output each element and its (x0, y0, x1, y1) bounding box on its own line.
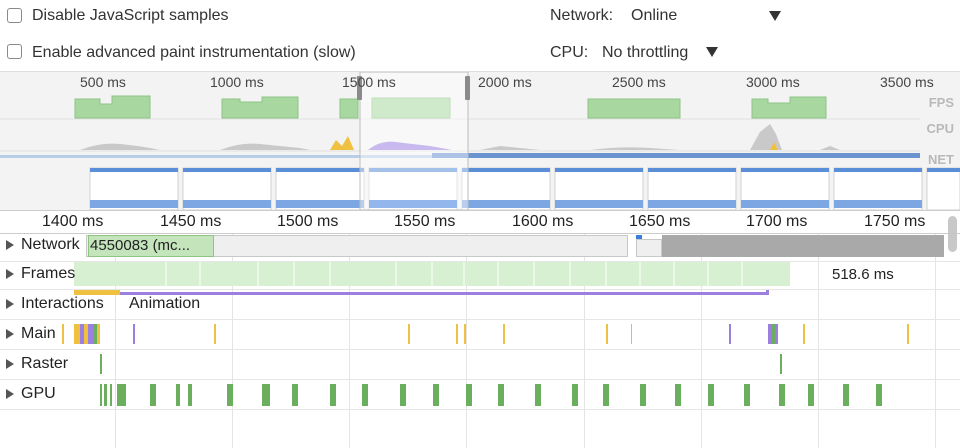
animation-label: Animation (129, 295, 201, 312)
flame-chart-tracks: 4550083 (mc... Network 518.6 ms Frames A… (0, 234, 960, 448)
expand-arrow-icon[interactable] (6, 329, 14, 339)
frame-duration: 518.6 ms (832, 266, 894, 283)
main-track[interactable]: Main (0, 320, 960, 350)
ruler-tick: 1650 ms (629, 213, 691, 230)
animation-bar[interactable] (120, 292, 768, 295)
vertical-scrollbar[interactable] (948, 216, 957, 252)
cpu-label: CPU (926, 121, 954, 136)
ruler-tick: 1550 ms (394, 213, 456, 230)
gpu-track[interactable]: GPU (0, 380, 960, 410)
network-throttle-label: Network: (550, 7, 614, 24)
overview-tick: 2000 ms (478, 74, 532, 90)
interactions-track-label[interactable]: Interactions (21, 295, 104, 313)
capture-settings: Disable JavaScript samples Enable advanc… (0, 0, 960, 72)
net-label: NET (928, 152, 954, 167)
cpu-throttle-select[interactable]: No throttling (602, 44, 688, 62)
ruler-tick: 1500 ms (277, 213, 339, 230)
network-dropdown-arrow-icon[interactable] (769, 11, 781, 21)
overview-tick: 1000 ms (210, 74, 264, 90)
ruler-tick: 1750 ms (864, 213, 926, 230)
interactions-track[interactable]: Animation Interactions (0, 290, 960, 320)
selection-window (359, 72, 469, 210)
screenshot-filmstrip (89, 167, 960, 210)
expand-arrow-icon[interactable] (6, 269, 14, 279)
overview-tick: 3000 ms (746, 74, 800, 90)
expand-arrow-icon[interactable] (6, 299, 14, 309)
frames-blocks (74, 262, 790, 286)
ruler-tick: 1450 ms (160, 213, 222, 230)
enable-paint-checkbox[interactable] (7, 44, 22, 59)
gpu-events (100, 384, 882, 406)
disable-js-samples-checkbox[interactable] (7, 8, 22, 23)
main-track-label[interactable]: Main (21, 325, 56, 343)
timeline-overview[interactable]: 500 ms 1000 ms 1500 ms 2000 ms 2500 ms 3… (0, 72, 960, 210)
network-throttle-select[interactable]: Online (631, 7, 677, 25)
network-request-bar[interactable] (636, 239, 662, 257)
frames-track-label[interactable]: Frames (21, 265, 75, 283)
overview-tick: 1500 ms (342, 74, 396, 90)
network-request-bar[interactable] (662, 235, 944, 257)
overview-tick: 500 ms (80, 74, 126, 90)
ruler-tick: 1600 ms (512, 213, 574, 230)
raster-track-label[interactable]: Raster (21, 355, 69, 373)
timeline-ruler: 1400 ms 1450 ms 1500 ms 1550 ms 1600 ms … (0, 210, 960, 234)
frames-track[interactable]: 518.6 ms Frames (0, 262, 960, 290)
expand-arrow-icon[interactable] (6, 240, 14, 250)
expand-arrow-icon[interactable] (6, 359, 14, 369)
gpu-track-label[interactable]: GPU (21, 385, 56, 403)
ruler-tick: 1700 ms (746, 213, 808, 230)
overview-graphs (0, 72, 960, 210)
fps-label: FPS (928, 95, 954, 110)
enable-paint-label[interactable]: Enable advanced paint instrumentation (s… (32, 44, 356, 62)
network-track-label[interactable]: Network (21, 236, 80, 254)
cpu-throttle-label: CPU: (550, 44, 589, 61)
expand-arrow-icon[interactable] (6, 389, 14, 399)
main-thread-events (62, 324, 909, 344)
network-track[interactable]: 4550083 (mc... Network (0, 234, 960, 262)
cpu-dropdown-arrow-icon[interactable] (706, 47, 718, 57)
animation-bar-end (766, 290, 769, 295)
ruler-tick: 1400 ms (42, 213, 104, 230)
raster-track[interactable]: Raster (0, 350, 960, 380)
overview-tick: 2500 ms (612, 74, 666, 90)
disable-js-samples-label[interactable]: Disable JavaScript samples (32, 7, 229, 25)
raster-event[interactable] (780, 354, 782, 374)
network-request-name: 4550083 (mc... (90, 237, 191, 254)
overview-tick: 3500 ms (880, 74, 934, 90)
selection-right-handle (465, 76, 470, 100)
raster-event[interactable] (100, 354, 102, 374)
